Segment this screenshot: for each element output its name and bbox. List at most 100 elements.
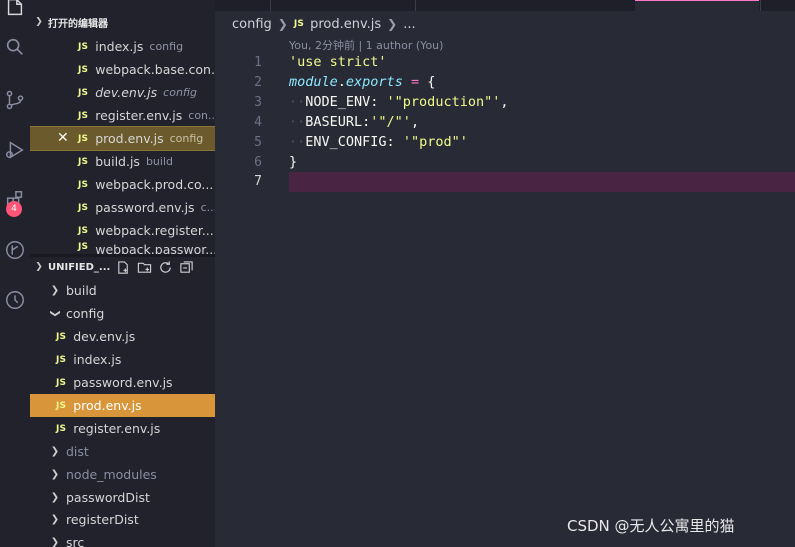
new-file-icon[interactable] — [116, 260, 131, 275]
js-file-icon: JS — [293, 19, 305, 29]
open-editor-desc: config — [149, 40, 184, 53]
codelens-blame[interactable]: You, 2分钟前 | 1 author (You) — [289, 37, 443, 53]
code-line-2[interactable]: module. exports = { — [289, 72, 435, 92]
js-file-icon: JS — [56, 354, 67, 365]
tree-folder-passworddist[interactable]: ❯ passwordDist — [30, 486, 215, 509]
open-editor-desc: config — [169, 132, 204, 145]
git-graph-icon[interactable] — [0, 235, 30, 265]
code-key: BASEURL: — [305, 114, 371, 130]
chevron-right-icon: ❯ — [50, 537, 60, 547]
open-editor-item-active[interactable]: ✕ JS prod.env.js config — [30, 126, 215, 151]
extensions-badge: 4 — [6, 201, 22, 217]
js-file-icon: JS — [78, 64, 89, 75]
whitespace-marker: ·· — [289, 94, 306, 110]
tree-folder-node-modules[interactable]: ❯ node_modules — [30, 463, 215, 486]
chevron-right-icon: ❯ — [50, 492, 60, 503]
code-line-1[interactable]: 'use strict' — [289, 52, 387, 72]
close-icon[interactable]: ✕ — [57, 130, 69, 146]
tree-file-selected[interactable]: JS prod.env.js — [30, 394, 215, 417]
open-editors-title: 打开的编辑器 — [48, 18, 108, 30]
js-file-icon: JS — [78, 41, 89, 52]
line-number: 2 — [254, 75, 262, 90]
source-control-icon[interactable] — [0, 85, 30, 115]
activity-bar: 4 — [0, 0, 30, 547]
open-editor-item[interactable]: JS index.js config — [30, 35, 215, 58]
tree-file[interactable]: JS password.env.js — [30, 371, 215, 394]
tree-folder-registerdist[interactable]: ❯ registerDist — [30, 508, 215, 531]
code-operator: = — [402, 74, 428, 90]
open-editor-desc: build — [145, 155, 173, 168]
line-number: 4 — [254, 115, 262, 130]
line-number: 1 — [254, 55, 262, 70]
js-file-icon: JS — [56, 377, 67, 388]
breadcrumb-file[interactable]: prod.env.js — [310, 17, 381, 32]
folder-label: src — [66, 535, 85, 547]
open-editor-item[interactable]: JS webpack.base.con... — [30, 58, 215, 81]
line-number: 7 — [254, 174, 262, 189]
watermark: CSDN @无人公寓里的猫 — [567, 517, 735, 535]
timeline-icon[interactable] — [0, 285, 30, 315]
js-file-icon: JS — [78, 87, 89, 98]
sidebar: ❯ 打开的编辑器 JS index.js config JS webpack.b… — [30, 0, 215, 547]
tab-separator — [760, 0, 761, 11]
open-editor-item[interactable]: JS password.env.js c... — [30, 196, 215, 219]
chevron-down-icon: ❯ — [35, 262, 43, 272]
chevron-down-icon: ❯ — [49, 309, 61, 318]
file-label: prod.env.js — [73, 398, 142, 413]
workspace-title: UNIFIED_... — [48, 261, 111, 273]
code-line-5[interactable]: ·· ENV_CONFIG: '"prod"' — [289, 132, 468, 152]
js-file-icon: JS — [78, 133, 89, 144]
folder-label: passwordDist — [66, 490, 150, 505]
code-line-4[interactable]: ·· BASEURL: '"/"', — [289, 112, 419, 132]
active-tab[interactable] — [635, 0, 759, 11]
file-label: password.env.js — [73, 375, 173, 390]
collapse-all-icon[interactable] — [179, 260, 194, 275]
open-editors-header[interactable]: ❯ 打开的编辑器 — [30, 11, 215, 33]
js-file-icon: JS — [56, 400, 67, 411]
open-editor-item[interactable]: JS dev.env.js config — [30, 81, 215, 104]
code-line-6[interactable]: } — [289, 152, 297, 172]
open-editor-filename: password.env.js — [95, 200, 195, 215]
tree-folder-dist[interactable]: ❯ dist — [30, 440, 215, 463]
tree-file[interactable]: JS dev.env.js — [30, 325, 215, 348]
whitespace-marker: ·· — [289, 134, 306, 150]
whitespace-marker: ·· — [289, 114, 306, 130]
explorer-header[interactable]: ❯ UNIFIED_... — [30, 256, 215, 278]
open-editor-item[interactable]: JS register.env.js con... — [30, 104, 215, 127]
folder-label: build — [66, 283, 97, 298]
new-folder-icon[interactable] — [137, 260, 152, 275]
code-brace: } — [289, 154, 298, 170]
open-editor-item[interactable]: JS webpack.register.... — [30, 219, 215, 242]
file-label: index.js — [73, 352, 122, 367]
breadcrumb-more[interactable]: ... — [403, 17, 415, 32]
open-editor-filename: webpack.register.... — [95, 223, 215, 238]
js-file-icon: JS — [78, 156, 89, 167]
open-editor-filename: register.env.js — [95, 108, 183, 123]
open-editor-filename: build.js — [95, 154, 140, 169]
code-brace: { — [427, 74, 436, 90]
breadcrumb-folder[interactable]: config — [232, 17, 272, 32]
tree-folder-src[interactable]: ❯ src — [30, 531, 215, 547]
tree-file[interactable]: JS index.js — [30, 348, 215, 371]
js-file-icon: JS — [56, 331, 67, 342]
open-editor-item[interactable]: JS build.js build — [30, 150, 215, 173]
js-file-icon: JS — [78, 225, 89, 236]
explorer-icon[interactable] — [0, 0, 30, 22]
js-file-icon: JS — [78, 242, 89, 252]
open-editor-filename: webpack.prod.co... — [95, 177, 214, 192]
tree-folder-build[interactable]: ❯ build — [30, 279, 215, 302]
breadcrumb: config ❯ JS prod.env.js ❯ ... — [215, 12, 795, 36]
code-line-3[interactable]: ·· NODE_ENV: '"production"', — [289, 92, 508, 112]
file-label: register.env.js — [73, 421, 161, 436]
run-debug-icon[interactable] — [0, 135, 30, 165]
tree-file[interactable]: JS register.env.js — [30, 417, 215, 440]
refresh-icon[interactable] — [158, 260, 173, 275]
open-editor-desc: config — [163, 86, 198, 99]
open-editor-filename: prod.env.js — [95, 131, 164, 146]
code-key: ENV_CONFIG: — [305, 134, 403, 150]
code-punct: , — [410, 114, 420, 130]
search-icon[interactable] — [0, 32, 30, 62]
tree-folder-config[interactable]: ❯ config — [30, 302, 215, 325]
open-editor-item[interactable]: JS webpack.prod.co... — [30, 173, 215, 196]
chevron-right-icon: ❯ — [50, 285, 60, 296]
